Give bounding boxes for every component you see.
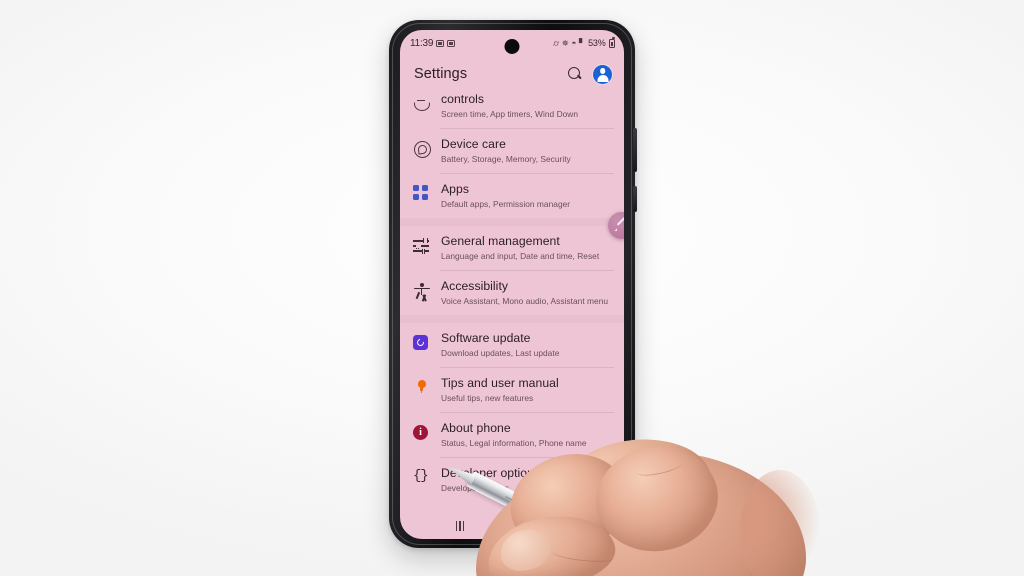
list-item-title: General management	[441, 234, 560, 248]
settings-list[interactable]: controls Screen time, App timers, Wind D…	[400, 92, 624, 539]
device-care-icon	[413, 140, 431, 158]
navigation-bar	[400, 513, 624, 539]
list-item-title: controls	[441, 92, 485, 106]
settings-group: controls Screen time, App timers, Wind D…	[400, 92, 624, 218]
list-item-title: Tips and user manual	[441, 376, 559, 390]
list-item-title: Device care	[441, 137, 506, 151]
list-item-subtitle: Battery, Storage, Memory, Security	[441, 154, 571, 164]
list-item[interactable]: Software update Download updates, Last u…	[400, 323, 624, 367]
settings-group: General management Language and input, D…	[400, 226, 624, 315]
power-button[interactable]	[633, 186, 637, 212]
list-item-subtitle: Developer options	[441, 483, 509, 493]
item-icon-slot	[413, 376, 439, 398]
list-item[interactable]: Apps Default apps, Permission manager	[400, 174, 624, 218]
list-item[interactable]: General management Language and input, D…	[400, 226, 624, 270]
home-icon[interactable]	[507, 520, 519, 532]
status-bar-left: 11:39	[410, 37, 456, 49]
battery-percent-label: 53%	[588, 38, 606, 48]
sliders-icon	[413, 237, 430, 254]
account-avatar-icon[interactable]	[593, 64, 612, 84]
list-item-subtitle: Language and input, Date and time, Reset	[441, 251, 600, 261]
digital-wellbeing-icon	[413, 95, 430, 112]
curly-braces-icon: { }	[413, 468, 429, 484]
list-item[interactable]: Tips and user manual Useful tips, new fe…	[400, 368, 624, 412]
list-item-title: Accessibility	[441, 279, 509, 293]
battery-icon	[609, 37, 615, 48]
item-icon-slot	[413, 137, 439, 159]
list-item-subtitle: Useful tips, new features	[441, 393, 534, 403]
smartphone-device: 11:39 ⌭ ✵ ◓ ▘ 53% Settings controls Scre…	[389, 20, 637, 548]
list-item[interactable]: { } Developer options Developer options	[400, 458, 624, 502]
list-item-title: Software update	[441, 331, 531, 345]
phone-screen: 11:39 ⌭ ✵ ◓ ▘ 53% Settings controls Scre…	[400, 30, 624, 539]
signal-icon: ▘	[579, 37, 586, 48]
sd-card-icon	[447, 39, 456, 47]
app-bar: Settings	[400, 56, 624, 92]
info-circle-icon: i	[413, 425, 428, 440]
list-item-subtitle: Default apps, Permission manager	[441, 199, 571, 209]
sim-card-icon	[436, 39, 445, 47]
software-update-icon	[413, 335, 428, 350]
recents-icon[interactable]	[455, 521, 465, 531]
group-separator	[400, 218, 624, 226]
accessibility-icon	[413, 282, 430, 299]
list-item-subtitle: Voice Assistant, Mono audio, Assistant m…	[441, 296, 609, 306]
search-icon[interactable]	[568, 66, 583, 82]
list-item-subtitle: Status, Legal information, Phone name	[441, 438, 587, 448]
dnd-icon: ⌭	[553, 37, 560, 48]
list-item[interactable]: i About phone Status, Legal information,…	[400, 413, 624, 457]
list-item-title: About phone	[441, 421, 511, 435]
page-title: Settings	[414, 66, 468, 82]
volume-button[interactable]	[633, 128, 637, 172]
item-icon-slot	[413, 182, 439, 204]
item-icon-slot	[413, 331, 439, 353]
status-bar-right: ⌭ ✵ ◓ ▘ 53%	[553, 37, 615, 48]
item-icon-slot	[413, 279, 439, 301]
item-icon-slot	[413, 92, 439, 114]
list-item-subtitle: Screen time, App timers, Wind Down	[441, 109, 579, 119]
list-item-subtitle: Download updates, Last update	[441, 348, 560, 358]
list-item[interactable]: Accessibility Voice Assistant, Mono audi…	[400, 271, 624, 315]
item-icon-slot	[413, 234, 439, 256]
item-icon-slot: i	[413, 421, 439, 443]
wifi-icon: ◓	[571, 37, 577, 48]
list-item[interactable]: Device care Battery, Storage, Memory, Se…	[400, 129, 624, 173]
app-bar-actions	[568, 64, 612, 84]
front-camera-punch-hole	[504, 39, 520, 54]
status-clock: 11:39	[410, 37, 434, 49]
list-item[interactable]: controls Screen time, App timers, Wind D…	[400, 92, 624, 128]
bluetooth-icon: ✵	[561, 37, 569, 48]
back-icon[interactable]	[561, 521, 569, 531]
lightbulb-icon	[413, 379, 430, 396]
list-item-title: Apps	[441, 182, 469, 196]
list-item-title: Developer options	[441, 466, 541, 480]
settings-group: Software update Download updates, Last u…	[400, 323, 624, 502]
group-separator	[400, 315, 624, 323]
apps-grid-icon	[413, 185, 430, 202]
item-icon-slot: { }	[413, 466, 439, 488]
